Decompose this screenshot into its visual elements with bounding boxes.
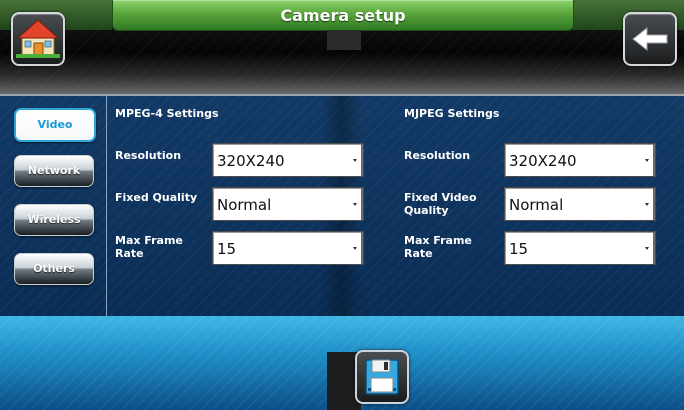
chevron-down-icon xyxy=(353,247,357,250)
mjpeg-resolution-select[interactable]: 320X240 xyxy=(504,143,656,177)
back-arrow-icon xyxy=(632,26,668,52)
tab-wireless[interactable]: Wireless xyxy=(14,204,94,236)
mpeg4-framerate-label: Max Frame Rate xyxy=(115,234,183,260)
home-icon xyxy=(16,19,60,58)
title-bar: Camera setup xyxy=(112,0,574,31)
mpeg4-quality-select[interactable]: Normal xyxy=(212,187,364,221)
save-button[interactable] xyxy=(355,350,409,404)
header-center-strip xyxy=(327,30,361,50)
chevron-down-icon xyxy=(353,159,357,162)
page-title: Camera setup xyxy=(280,6,406,25)
mpeg4-section-title: MPEG-4 Settings xyxy=(115,107,219,120)
mjpeg-framerate-label: Max Frame Rate xyxy=(404,234,472,260)
settings-panel: Video Network Wireless Others MPEG-4 Set… xyxy=(0,96,684,316)
mpeg4-framerate-select[interactable]: 15 xyxy=(212,231,364,265)
chevron-down-icon xyxy=(645,203,649,206)
tab-video[interactable]: Video xyxy=(14,108,96,142)
header-bar: Camera setup xyxy=(0,0,684,96)
sidebar: Video Network Wireless Others xyxy=(0,96,107,316)
mpeg4-resolution-value: 320X240 xyxy=(217,152,285,170)
chevron-down-icon xyxy=(645,159,649,162)
mjpeg-quality-label: Fixed Video Quality xyxy=(404,191,477,217)
tab-network[interactable]: Network xyxy=(14,155,94,187)
mjpeg-quality-select[interactable]: Normal xyxy=(504,187,656,221)
mjpeg-quality-value: Normal xyxy=(509,196,564,214)
mjpeg-framerate-value: 15 xyxy=(509,240,529,258)
mpeg4-resolution-select[interactable]: 320X240 xyxy=(212,143,364,177)
tab-others[interactable]: Others xyxy=(14,253,94,285)
home-button[interactable] xyxy=(11,12,65,66)
mjpeg-section-title: MJPEG Settings xyxy=(404,107,500,120)
mpeg4-resolution-label: Resolution xyxy=(115,149,182,162)
mjpeg-resolution-label: Resolution xyxy=(404,149,471,162)
back-button[interactable] xyxy=(623,12,677,66)
save-disk-icon xyxy=(365,359,399,395)
mjpeg-framerate-select[interactable]: 15 xyxy=(504,231,656,265)
mpeg4-framerate-value: 15 xyxy=(217,240,237,258)
chevron-down-icon xyxy=(353,203,357,206)
chevron-down-icon xyxy=(645,247,649,250)
mpeg4-quality-value: Normal xyxy=(217,196,272,214)
mpeg4-quality-label: Fixed Quality xyxy=(115,191,198,204)
footer-bar xyxy=(0,316,684,410)
mjpeg-resolution-value: 320X240 xyxy=(509,152,577,170)
